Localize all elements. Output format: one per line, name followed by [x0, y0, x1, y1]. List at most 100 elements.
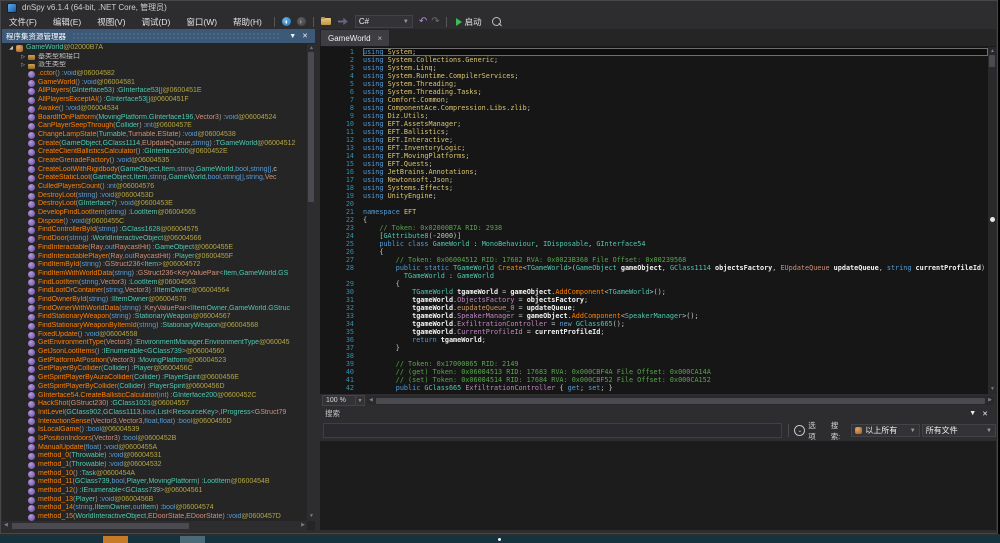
- collapsed-arrow-icon[interactable]: ▷: [18, 53, 28, 62]
- tree-item[interactable]: Dispose() : void @0600455C: [2, 218, 307, 227]
- tree-item[interactable]: FixedUpdate() : void @06004558: [2, 331, 307, 340]
- tree-item[interactable]: HackShot(GStruct230) : GClass1021 @06004…: [2, 400, 307, 409]
- tree-item[interactable]: FindLootItem(string, Vector3) : LootItem…: [2, 279, 307, 288]
- menu-edit[interactable]: 编辑(E): [45, 14, 89, 30]
- tree-item[interactable]: ▷基类型和接口: [2, 53, 307, 62]
- tree-item[interactable]: GetJsonLootItems() : IEnumerable<GClass7…: [2, 348, 307, 357]
- tree-item[interactable]: CreateClientBallisticsCalculator() : GIn…: [2, 148, 307, 157]
- tree-item[interactable]: CreateStaticLoot(GameObject, Item, strin…: [2, 174, 307, 183]
- tree-item[interactable]: DevelopFindLootItem(string) : LootItem @…: [2, 209, 307, 218]
- tree-item[interactable]: CreateGrenadeFactory() : void @06004535: [2, 157, 307, 166]
- menu-window[interactable]: 窗口(W): [178, 14, 225, 30]
- assembly-tree[interactable]: ◢GameWorld @02000B7A▷基类型和接口▷派生类型.cctor()…: [2, 44, 307, 521]
- attach-process-icon[interactable]: [338, 17, 348, 26]
- tree-item[interactable]: FindOwnerWithWorldData(string) : KeyValu…: [2, 305, 307, 314]
- menu-file[interactable]: 文件(F): [1, 14, 45, 30]
- tree-item[interactable]: CreateLootWithRigidbody(GameObject, Item…: [2, 166, 307, 175]
- zoom-dropdown-icon[interactable]: ▼: [356, 395, 365, 406]
- tab-close-icon[interactable]: ×: [378, 34, 383, 43]
- menu-view[interactable]: 视图(V): [89, 14, 133, 30]
- collapsed-arrow-icon[interactable]: ▷: [18, 61, 28, 70]
- scroll-left-icon[interactable]: ◀: [4, 521, 8, 530]
- tree-item[interactable]: .cctor() : void @06004582: [2, 70, 307, 79]
- tree-item[interactable]: GetEnvironmentType(Vector3) : Environmen…: [2, 339, 307, 348]
- menu-debug[interactable]: 调试(D): [134, 14, 179, 30]
- tree-item[interactable]: method_0(Throwable) : void @06004531: [2, 452, 307, 461]
- taskbar-app[interactable]: [180, 536, 205, 543]
- tree-item[interactable]: GetPlatformAtPosition(Vector3) : MovingP…: [2, 357, 307, 366]
- tree-item[interactable]: AllPlayersExceptAI() : GInterface53[] @0…: [2, 96, 307, 105]
- tree-item[interactable]: method_15(WorldInteractiveObject, EDoorS…: [2, 513, 307, 521]
- tree-item[interactable]: GetSpiritPlayerByCollider(Collider) : Pl…: [2, 383, 307, 392]
- tree-item[interactable]: ◢GameWorld @02000B7A: [2, 44, 307, 53]
- tree-item[interactable]: method_1(Throwable) : void @06004532: [2, 461, 307, 470]
- search-filter-select[interactable]: 所有文件 ▼: [922, 424, 996, 437]
- tree-item[interactable]: CulledPlayersCount() : int @06004576: [2, 183, 307, 192]
- search-scope-select[interactable]: 以上所有 ▼: [851, 424, 919, 437]
- taskbar-app-active[interactable]: [103, 536, 128, 543]
- tree-item[interactable]: Create(GameObject, GClass1114, EUpdateQu…: [2, 140, 307, 149]
- language-select[interactable]: C# ▼: [355, 15, 413, 28]
- start-button[interactable]: 启动: [465, 16, 482, 28]
- search-icon[interactable]: [492, 17, 501, 26]
- tree-item[interactable]: IsPositionIndoors(Vector3) : bool @06004…: [2, 435, 307, 444]
- undo-icon[interactable]: ↶: [419, 16, 427, 27]
- tab-gameworld[interactable]: GameWorld ×: [321, 30, 389, 46]
- navigate-back-icon[interactable]: [282, 17, 291, 26]
- tree-item[interactable]: ▷派生类型: [2, 61, 307, 70]
- start-debug-icon[interactable]: [456, 18, 462, 26]
- open-file-icon[interactable]: [321, 17, 332, 26]
- tree-item[interactable]: GetPlayerByCollider(Collider) : Player @…: [2, 365, 307, 374]
- redo-icon[interactable]: ↷: [431, 16, 439, 27]
- tree-item[interactable]: DestroyLoot(string) : void @0600453D: [2, 192, 307, 201]
- scroll-right-icon[interactable]: ▶: [301, 521, 305, 530]
- tree-item[interactable]: GameWorld() : void @06004581: [2, 79, 307, 88]
- tree-item[interactable]: FindControllerById(string) : GClass1628 …: [2, 226, 307, 235]
- tree-item[interactable]: FindStationaryWeapon(string) : Stationar…: [2, 313, 307, 322]
- scroll-right-icon[interactable]: ▶: [988, 396, 992, 405]
- tree-item[interactable]: method_14(string, IItemOwner, out Item) …: [2, 504, 307, 513]
- expanded-arrow-icon[interactable]: ◢: [6, 44, 16, 53]
- tree-item[interactable]: method_12() : IEnumerable<GClass739> @06…: [2, 487, 307, 496]
- navigate-forward-icon[interactable]: [297, 17, 306, 26]
- search-panel-header[interactable]: 搜索 ▼ ✕: [320, 407, 996, 420]
- code-editor[interactable]: 1using System;2using System.Collections.…: [320, 47, 996, 394]
- tree-item[interactable]: Awake() : void @06004534: [2, 105, 307, 114]
- tree-item[interactable]: FindDoor(string) : WorldInteractiveObjec…: [2, 235, 307, 244]
- tree-item[interactable]: ManualUpdate(float) : void @0600455A: [2, 444, 307, 453]
- title-bar[interactable]: dnSpy v6.1.4 (64-bit, .NET Core, 管理员): [1, 1, 997, 14]
- tree-horizontal-scrollbar[interactable]: ◀ ▶: [2, 521, 307, 530]
- options-chevron-icon[interactable]: ⌄: [794, 425, 805, 436]
- tree-item[interactable]: method_13(Player) : void @0600456B: [2, 496, 307, 505]
- tree-item[interactable]: method_10() : Task @0600454A: [2, 470, 307, 479]
- tree-item[interactable]: DestroyLoot(GInterface7) : void @0600453…: [2, 200, 307, 209]
- tree-item[interactable]: InteractionSense(Vector3, Vector3, float…: [2, 418, 307, 427]
- tree-item[interactable]: FindInteractablePlayer(Ray, out RaycastH…: [2, 253, 307, 262]
- panel-close-icon[interactable]: ✕: [299, 32, 311, 40]
- tree-item[interactable]: BoardIfOnPlatform(MovingPlatform.GInterf…: [2, 114, 307, 123]
- tree-item[interactable]: FindInteractable(Ray, out RaycastHit) : …: [2, 244, 307, 253]
- options-label[interactable]: 选项: [808, 420, 823, 442]
- tree-item[interactable]: IsLocalGame() : bool @06004539: [2, 426, 307, 435]
- tree-item[interactable]: InitLevel(GClass902, GClass1113, bool, L…: [2, 409, 307, 418]
- tree-item[interactable]: GInterface54.CreateBallisticCalculator(i…: [2, 392, 307, 401]
- tree-item[interactable]: FindItemWithWorldData(string) : GStruct2…: [2, 270, 307, 279]
- tree-item[interactable]: FindOwnerById(string) : IItemOwner @0600…: [2, 296, 307, 305]
- scroll-down-icon[interactable]: ▼: [990, 385, 995, 394]
- panel-menu-icon[interactable]: ▼: [286, 33, 299, 40]
- zoom-level[interactable]: 100 %: [322, 395, 356, 406]
- tree-item[interactable]: method_11(GClass739, bool, Player, Movin…: [2, 478, 307, 487]
- tree-item[interactable]: FindItemById(string) : GStruct236<Item> …: [2, 261, 307, 270]
- search-results-area[interactable]: [320, 441, 996, 530]
- tree-item[interactable]: CanPlayerSeepThrough(Collider) : int @06…: [2, 122, 307, 131]
- search-input[interactable]: [323, 423, 782, 438]
- panel-menu-icon[interactable]: ▼: [966, 410, 979, 417]
- menu-help[interactable]: 帮助(H): [225, 14, 270, 30]
- scroll-left-icon[interactable]: ◀: [369, 396, 373, 405]
- tree-vertical-scrollbar[interactable]: ▲ ▼: [307, 44, 315, 521]
- assembly-explorer-header[interactable]: 程序集资源管理器 ▼ ✕: [2, 29, 315, 43]
- panel-close-icon[interactable]: ✕: [979, 410, 991, 418]
- tree-item[interactable]: ChangeLampState(Turnable, Turnable.EStat…: [2, 131, 307, 140]
- scroll-down-icon[interactable]: ▼: [309, 512, 314, 521]
- tree-item[interactable]: FindLootOrContainer(string, Vector3) : I…: [2, 287, 307, 296]
